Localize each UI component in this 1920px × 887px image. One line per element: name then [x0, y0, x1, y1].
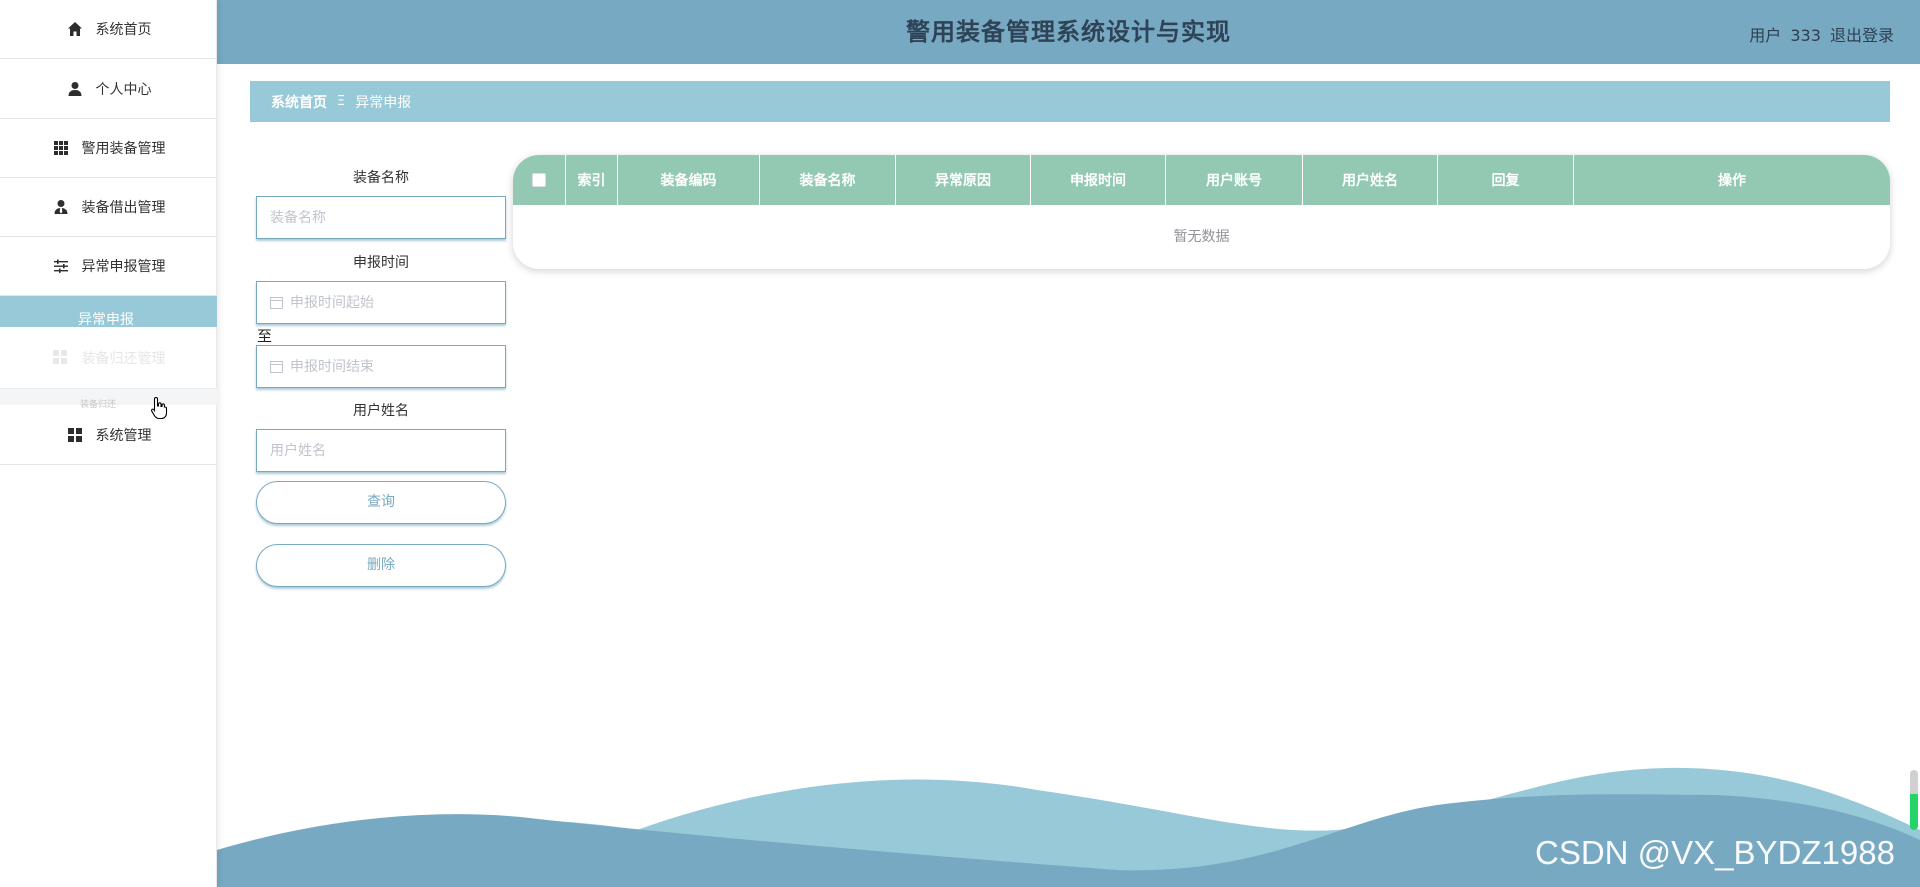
table-header: 索引 装备编码 装备名称 异常原因 申报时间 用户账号 用户姓名 回复 操作: [513, 155, 1890, 205]
logout-link[interactable]: 退出登录: [1830, 26, 1894, 45]
column-header[interactable]: 用户账号: [1166, 155, 1303, 205]
page-title: 警用装备管理系统设计与实现: [906, 18, 1231, 46]
user-info: 用户 333 退出登录: [1745, 22, 1894, 46]
sidebar-subitem-return[interactable]: 装备归还: [0, 388, 217, 410]
sidebar-item-lending[interactable]: 装备借出管理: [0, 178, 217, 237]
data-table: 索引 装备编码 装备名称 异常原因 申报时间 用户账号 用户姓名 回复 操作 暂…: [513, 155, 1890, 269]
report-time-end-field[interactable]: [256, 345, 506, 388]
top-header: 警用装备管理系统设计与实现 用户 333 退出登录: [217, 0, 1920, 64]
hand-cursor-icon: [151, 396, 168, 420]
sidebar-item-return[interactable]: 装备归还管理: [0, 328, 217, 387]
column-header[interactable]: 索引: [566, 155, 618, 205]
sidebar-item-label: 装备借出管理: [81, 200, 166, 216]
sidebar-item-personal-center[interactable]: 个人中心: [0, 60, 217, 119]
select-all-cell: [513, 155, 566, 205]
breadcrumb-separator: Ξ: [337, 94, 346, 109]
home-icon: [66, 20, 84, 38]
column-header[interactable]: 异常原因: [896, 155, 1031, 205]
breadcrumb-current: 异常申报: [355, 94, 412, 111]
user-prefix: 用户: [1749, 26, 1782, 45]
delete-button[interactable]: 删除: [256, 544, 506, 587]
column-header: 操作: [1718, 173, 1746, 189]
person-icon: [66, 80, 84, 98]
sliders-icon: [52, 257, 70, 275]
breadcrumb-home[interactable]: 系统首页: [271, 92, 327, 112]
user-name-label: 用户姓名: [353, 403, 409, 419]
sidebar: 系统首页 个人中心 警用装备管理 装备借出管理 异常申报管理 异常申报 装备归还…: [0, 0, 217, 887]
sidebar-subitem-label: 异常申报: [78, 312, 134, 328]
sidebar-subitem-anomaly-report[interactable]: 异常申报: [0, 296, 217, 327]
breadcrumb: 系统首页 Ξ 异常申报: [250, 81, 1890, 122]
user-name-field[interactable]: [256, 429, 506, 472]
sidebar-item-label: 警用装备管理: [81, 141, 166, 157]
column-header[interactable]: 用户姓名: [1303, 155, 1438, 205]
grid-icon: [52, 139, 70, 157]
report-time-end-input[interactable]: [290, 358, 505, 375]
scroll-indicator[interactable]: [1910, 770, 1918, 830]
calendar-icon: [270, 361, 283, 373]
user-name-input[interactable]: [270, 442, 505, 459]
column-header[interactable]: 回复: [1438, 155, 1574, 205]
select-all-checkbox[interactable]: [532, 173, 546, 187]
sidebar-item-label: 系统首页: [95, 22, 152, 38]
sidebar-item-home[interactable]: 系统首页: [0, 0, 217, 59]
column-header[interactable]: 装备名称: [760, 155, 896, 205]
user-name: 333: [1790, 26, 1821, 45]
sidebar-item-label: 个人中心: [95, 82, 152, 98]
report-time-start-field[interactable]: [256, 281, 506, 324]
sidebar-item-equipment[interactable]: 警用装备管理: [0, 119, 217, 178]
report-time-label: 申报时间: [353, 255, 409, 271]
column-header[interactable]: 装备编码: [618, 155, 760, 205]
sidebar-item-label: 系统管理: [95, 428, 152, 444]
sidebar-item-anomaly[interactable]: 异常申报管理: [0, 237, 217, 296]
person-tie-icon: [52, 198, 70, 216]
range-separator: 至: [257, 327, 273, 345]
grid-icon: [66, 426, 84, 444]
equipment-name-field[interactable]: [256, 196, 506, 239]
equipment-name-label: 装备名称: [353, 170, 409, 186]
watermark: CSDN @VX_BYDZ1988: [1535, 834, 1895, 871]
column-header[interactable]: 申报时间: [1031, 155, 1166, 205]
sidebar-item-label: 异常申报管理: [81, 259, 166, 275]
calendar-icon: [270, 297, 283, 309]
grid-icon: [52, 349, 70, 367]
empty-state: 暂无数据: [1173, 229, 1230, 245]
equipment-name-input[interactable]: [270, 209, 505, 226]
sidebar-item-system[interactable]: 系统管理: [0, 406, 217, 465]
sidebar-item-label: 装备归还管理: [81, 350, 166, 367]
query-button[interactable]: 查询: [256, 481, 506, 524]
report-time-start-input[interactable]: [290, 294, 505, 311]
